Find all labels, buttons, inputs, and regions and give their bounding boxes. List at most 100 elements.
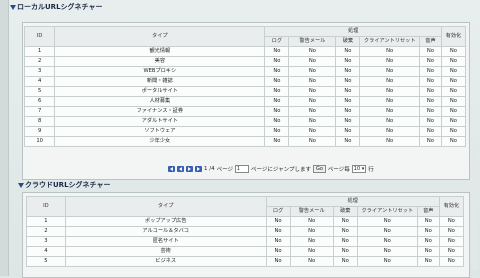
- row-value-cell[interactable]: No: [288, 136, 337, 147]
- row-value-cell[interactable]: No: [440, 66, 467, 77]
- row-value-cell[interactable]: No: [332, 216, 358, 227]
- row-value-cell[interactable]: No: [418, 46, 442, 57]
- row-value-cell[interactable]: No: [438, 256, 465, 267]
- row-value-cell[interactable]: No: [335, 66, 361, 77]
- row-value-cell[interactable]: No: [264, 96, 290, 107]
- table-row[interactable]: 3 WEBプロキシ No No No No No No: [23, 66, 467, 77]
- next-page-icon[interactable]: [186, 166, 193, 172]
- row-value-cell[interactable]: No: [359, 106, 420, 117]
- row-value-cell[interactable]: No: [416, 226, 440, 237]
- row-value-cell[interactable]: No: [440, 76, 467, 87]
- row-value-cell[interactable]: No: [335, 96, 361, 107]
- row-value-cell[interactable]: No: [332, 256, 358, 267]
- row-value-cell[interactable]: No: [440, 136, 467, 147]
- row-value-cell[interactable]: No: [418, 136, 442, 147]
- row-value-cell[interactable]: No: [440, 126, 467, 137]
- row-value-cell[interactable]: No: [288, 46, 337, 57]
- table-row[interactable]: 4 新聞・雑誌 No No No No No No: [23, 76, 467, 87]
- row-value-cell[interactable]: No: [288, 106, 337, 117]
- row-value-cell[interactable]: No: [335, 106, 361, 117]
- row-value-cell[interactable]: No: [335, 86, 361, 97]
- row-value-cell[interactable]: No: [264, 56, 290, 67]
- row-value-cell[interactable]: No: [335, 136, 361, 147]
- prev-page-icon[interactable]: [177, 166, 184, 172]
- cloud-section-header[interactable]: クラウドURLシグネチャー: [18, 180, 110, 190]
- row-value-cell[interactable]: No: [359, 86, 420, 97]
- last-page-icon[interactable]: [195, 166, 202, 172]
- row-value-cell[interactable]: No: [265, 256, 291, 267]
- row-value-cell[interactable]: No: [265, 246, 291, 257]
- row-value-cell[interactable]: No: [264, 76, 290, 87]
- row-value-cell[interactable]: No: [356, 216, 418, 227]
- row-value-cell[interactable]: No: [288, 66, 337, 77]
- scrollbar[interactable]: [472, 150, 478, 270]
- row-value-cell[interactable]: No: [359, 96, 420, 107]
- row-value-cell[interactable]: No: [418, 106, 442, 117]
- row-value-cell[interactable]: No: [356, 246, 418, 257]
- row-value-cell[interactable]: No: [438, 216, 465, 227]
- row-value-cell[interactable]: No: [332, 246, 358, 257]
- row-value-cell[interactable]: No: [265, 226, 291, 237]
- row-value-cell[interactable]: No: [288, 56, 337, 67]
- row-value-cell[interactable]: No: [416, 216, 440, 227]
- row-value-cell[interactable]: No: [288, 76, 337, 87]
- row-value-cell[interactable]: No: [265, 236, 291, 247]
- local-section-header[interactable]: ローカルURLシグネチャー: [10, 2, 102, 12]
- row-value-cell[interactable]: No: [335, 116, 361, 127]
- go-button[interactable]: Go: [312, 165, 326, 173]
- collapse-arrow-icon[interactable]: [10, 4, 16, 10]
- row-value-cell[interactable]: No: [440, 106, 467, 117]
- row-value-cell[interactable]: No: [438, 226, 465, 237]
- row-value-cell[interactable]: No: [335, 46, 361, 57]
- row-value-cell[interactable]: No: [418, 96, 442, 107]
- table-row[interactable]: 3 匿名サイト No No No No No No: [26, 236, 465, 247]
- table-row[interactable]: 2 美容 No No No No No No: [23, 56, 467, 67]
- row-value-cell[interactable]: No: [335, 76, 361, 87]
- row-value-cell[interactable]: No: [416, 256, 440, 267]
- table-row[interactable]: 4 芸術 No No No No No No: [26, 246, 465, 257]
- table-row[interactable]: 2 アルコール＆タバコ No No No No No No: [26, 226, 465, 237]
- row-value-cell[interactable]: No: [335, 126, 361, 137]
- row-value-cell[interactable]: No: [264, 66, 290, 77]
- row-value-cell[interactable]: No: [359, 126, 420, 137]
- table-row[interactable]: 8 アダルトサイト No No No No No No: [23, 116, 467, 127]
- row-value-cell[interactable]: No: [416, 236, 440, 247]
- page-input[interactable]: [235, 165, 249, 173]
- row-value-cell[interactable]: No: [418, 56, 442, 67]
- row-value-cell[interactable]: No: [418, 76, 442, 87]
- row-value-cell[interactable]: No: [359, 116, 420, 127]
- collapse-arrow-icon[interactable]: [18, 182, 24, 188]
- row-value-cell[interactable]: No: [332, 236, 358, 247]
- row-value-cell[interactable]: No: [335, 56, 361, 67]
- row-value-cell[interactable]: No: [356, 256, 418, 267]
- per-page-select[interactable]: 10 ▾: [351, 165, 367, 173]
- table-row[interactable]: 5 ビジネス No No No No No No: [26, 256, 465, 267]
- row-value-cell[interactable]: No: [265, 216, 291, 227]
- row-value-cell[interactable]: No: [288, 116, 337, 127]
- table-row[interactable]: 10 少年少女 No No No No No No: [23, 136, 467, 147]
- row-value-cell[interactable]: No: [359, 76, 420, 87]
- table-row[interactable]: 6 人材募集 No No No No No No: [23, 96, 467, 107]
- row-value-cell[interactable]: No: [438, 236, 465, 247]
- row-value-cell[interactable]: No: [440, 116, 467, 127]
- row-value-cell[interactable]: No: [264, 116, 290, 127]
- row-value-cell[interactable]: No: [438, 246, 465, 257]
- row-value-cell[interactable]: No: [289, 246, 334, 257]
- row-value-cell[interactable]: No: [359, 46, 420, 57]
- row-value-cell[interactable]: No: [418, 126, 442, 137]
- table-row[interactable]: 9 ソフトウェア No No No No No No: [23, 126, 467, 137]
- table-row[interactable]: 1 ポップアップ広告 No No No No No No: [26, 216, 465, 227]
- row-value-cell[interactable]: No: [440, 46, 467, 57]
- row-value-cell[interactable]: No: [289, 256, 334, 267]
- row-value-cell[interactable]: No: [440, 56, 467, 67]
- row-value-cell[interactable]: No: [418, 116, 442, 127]
- row-value-cell[interactable]: No: [418, 66, 442, 77]
- row-value-cell[interactable]: No: [332, 226, 358, 237]
- row-value-cell[interactable]: No: [264, 46, 290, 57]
- table-row[interactable]: 1 観光情報 No No No No No No: [23, 46, 467, 57]
- row-value-cell[interactable]: No: [264, 106, 290, 117]
- row-value-cell[interactable]: No: [264, 126, 290, 137]
- row-value-cell[interactable]: No: [288, 96, 337, 107]
- row-value-cell[interactable]: No: [359, 66, 420, 77]
- row-value-cell[interactable]: No: [359, 56, 420, 67]
